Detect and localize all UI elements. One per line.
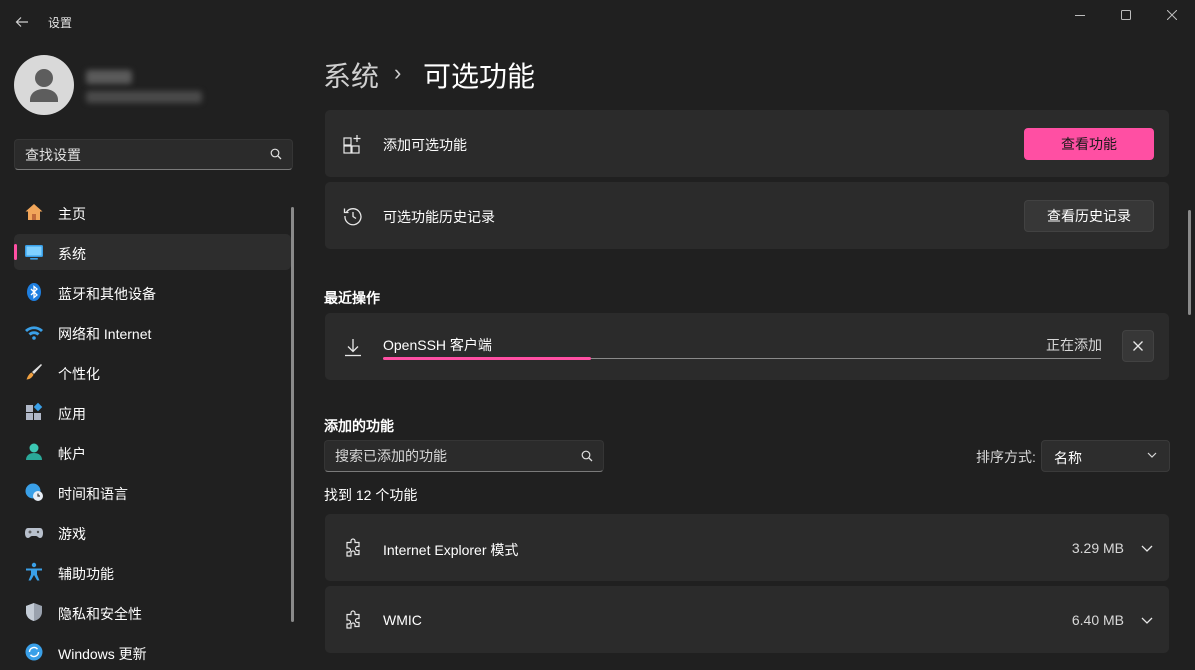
sidebar-item-label: 网络和 Internet: [58, 326, 152, 342]
account-name-redacted: [86, 70, 132, 84]
sidebar-item-label: 隐私和安全性: [58, 606, 142, 622]
account-email-redacted: [86, 91, 202, 103]
sidebar-item-bluetooth[interactable]: 蓝牙和其他设备: [14, 274, 291, 310]
view-history-button[interactable]: 查看历史记录: [1024, 200, 1154, 232]
feature-row[interactable]: Internet Explorer 模式 3.29 MB: [325, 514, 1169, 581]
sidebar-item-network[interactable]: 网络和 Internet: [14, 314, 291, 350]
accessibility-icon: [26, 562, 42, 581]
sort-selected-value: 名称: [1054, 450, 1082, 466]
sidebar-scrollbar[interactable]: [291, 207, 294, 622]
progress-fill: [383, 357, 592, 360]
sidebar-item-label: 时间和语言: [58, 486, 128, 502]
recent-action-status: 正在添加: [1046, 337, 1102, 353]
added-features-search-input[interactable]: [335, 441, 565, 471]
recent-action-item: OpenSSH 客户端 正在添加: [325, 313, 1169, 380]
minimize-button[interactable]: [1057, 0, 1103, 30]
bluetooth-icon: [27, 283, 41, 301]
account-icon: [26, 443, 42, 460]
history-icon: [343, 208, 362, 226]
cancel-install-button[interactable]: [1122, 330, 1154, 362]
recent-actions-heading: 最近操作: [324, 290, 380, 306]
progress-bar: [383, 357, 1101, 360]
sort-label: 排序方式:: [976, 449, 1036, 465]
settings-search-box[interactable]: [14, 139, 293, 170]
avatar[interactable]: [14, 55, 74, 115]
sidebar-item-label: 主页: [58, 206, 86, 222]
sidebar-item-label: 蓝牙和其他设备: [58, 286, 156, 302]
breadcrumb-separator: ›: [394, 60, 402, 85]
gamepad-icon: [25, 528, 43, 538]
app-title: 设置: [48, 16, 73, 30]
search-icon: [270, 148, 282, 160]
close-window-button[interactable]: [1149, 0, 1195, 30]
history-label: 可选功能历史记录: [383, 209, 495, 225]
added-features-search-box[interactable]: [324, 440, 604, 472]
main-scrollbar[interactable]: [1188, 210, 1191, 315]
update-icon: [25, 643, 43, 661]
globe-clock-icon: [25, 483, 43, 501]
view-features-button[interactable]: 查看功能: [1024, 128, 1154, 160]
sidebar-item-label: 辅助功能: [58, 566, 114, 582]
sort-dropdown[interactable]: 名称: [1041, 440, 1170, 472]
sidebar-item-privacy[interactable]: 隐私和安全性: [14, 594, 291, 630]
sidebar-item-label: Windows 更新: [58, 646, 147, 662]
breadcrumb-parent[interactable]: 系统: [323, 55, 379, 95]
sidebar-item-label: 帐户: [58, 446, 86, 462]
chevron-down-icon[interactable]: [1139, 540, 1155, 556]
sidebar-item-label: 应用: [58, 406, 86, 422]
sidebar-item-accounts[interactable]: 帐户: [14, 434, 291, 470]
paintbrush-icon: [26, 364, 42, 380]
maximize-button[interactable]: [1103, 0, 1149, 30]
sidebar-item-label: 系统: [58, 246, 86, 262]
back-arrow-icon: [15, 17, 28, 27]
add-feature-label: 添加可选功能: [383, 137, 467, 153]
shield-icon: [26, 603, 42, 621]
sidebar-item-time-language[interactable]: 时间和语言: [14, 474, 291, 510]
feature-name: Internet Explorer 模式: [383, 542, 519, 558]
maximize-icon: [1121, 10, 1131, 20]
feature-history-card: 可选功能历史记录 查看历史记录: [325, 182, 1169, 249]
sidebar-item-label: 个性化: [58, 366, 100, 382]
chevron-down-icon[interactable]: [1139, 612, 1155, 628]
back-button[interactable]: [8, 8, 36, 36]
download-icon: [345, 339, 361, 357]
feature-name: WMIC: [383, 612, 422, 628]
recent-action-name: OpenSSH 客户端: [383, 337, 492, 353]
selection-indicator: [14, 244, 17, 260]
feature-row[interactable]: WMIC 6.40 MB: [325, 586, 1169, 653]
close-icon: [1167, 10, 1177, 20]
add-feature-card: 添加可选功能 查看功能: [325, 110, 1169, 177]
sidebar-item-personalization[interactable]: 个性化: [14, 354, 291, 390]
close-icon: [1133, 341, 1143, 351]
chevron-down-icon: [1147, 452, 1157, 458]
search-icon: [581, 450, 593, 462]
sidebar-item-gaming[interactable]: 游戏: [14, 514, 291, 550]
user-silhouette-icon: [30, 69, 58, 102]
puzzle-icon: [346, 610, 360, 629]
settings-search-input[interactable]: [25, 140, 255, 169]
sidebar-item-system[interactable]: 系统: [14, 234, 291, 270]
sidebar-item-accessibility[interactable]: 辅助功能: [14, 554, 291, 590]
feature-size: 6.40 MB: [1071, 612, 1124, 628]
page-title: 可选功能: [423, 61, 536, 92]
sidebar-item-windows-update[interactable]: Windows 更新: [14, 634, 291, 670]
puzzle-icon: [346, 538, 360, 557]
sidebar-item-apps[interactable]: 应用: [14, 394, 291, 430]
system-display-icon: [25, 245, 43, 260]
sidebar-item-label: 游戏: [58, 526, 86, 542]
wifi-icon: [25, 326, 43, 340]
add-grid-icon: [343, 135, 361, 154]
sidebar-item-home[interactable]: 主页: [14, 194, 291, 230]
home-icon: [25, 204, 43, 220]
apps-icon: [26, 402, 43, 420]
feature-size: 3.29 MB: [1071, 540, 1124, 556]
feature-count: 找到 12 个功能: [324, 487, 418, 503]
added-features-heading: 添加的功能: [324, 418, 394, 434]
minimize-icon: [1075, 15, 1085, 16]
